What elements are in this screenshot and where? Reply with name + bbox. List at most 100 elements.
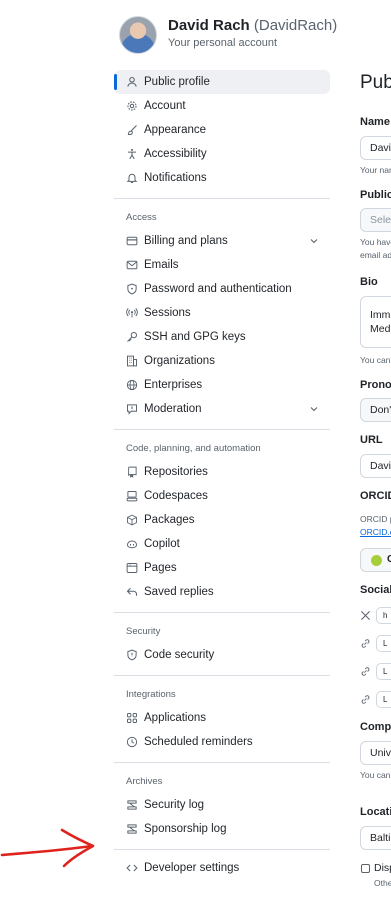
location-field[interactable]: Balti (360, 826, 391, 850)
sidebar-item-label: Enterprises (144, 379, 203, 391)
sidebar-item-moderation[interactable]: Moderation (114, 397, 330, 421)
mail-icon (126, 259, 138, 271)
sidebar-item-label: Accessibility (144, 148, 207, 160)
page-title: Publ (360, 72, 391, 93)
settings-sidebar: Public profile Account Appearance Accessibi… (114, 70, 330, 880)
sidebar-item-label: Applications (144, 712, 207, 724)
social-link-value: L (383, 667, 388, 676)
sidebar-item-pages[interactable]: Pages (114, 556, 330, 580)
sidebar-item-applications[interactable]: Applications (114, 706, 330, 730)
sidebar-item-label: Public profile (144, 76, 210, 88)
sidebar-item-password-and-authentication[interactable]: Password and authentication (114, 277, 330, 301)
key-icon (126, 331, 138, 343)
chevron-down-icon[interactable] (308, 403, 320, 415)
sidebar-item-label: Account (144, 100, 186, 112)
divider (114, 198, 330, 199)
url-field[interactable]: Davi (360, 454, 391, 478)
sidebar-item-ssh-and-gpg-keys[interactable]: SSH and GPG keys (114, 325, 330, 349)
social-link-field[interactable]: h (376, 607, 391, 624)
bio-textarea[interactable]: Imm Med (360, 296, 391, 348)
accessibility-icon (126, 148, 138, 160)
sidebar-item-appearance[interactable]: Appearance (114, 118, 330, 142)
chevron-down-icon[interactable] (308, 235, 320, 247)
sidebar-item-notifications[interactable]: Notifications (114, 166, 330, 190)
globe-icon (126, 379, 138, 391)
sidebar-item-repositories[interactable]: Repositories (114, 460, 330, 484)
sidebar-item-scheduled-reminders[interactable]: Scheduled reminders (114, 730, 330, 754)
connect-orcid-button[interactable]: C (360, 548, 391, 572)
sidebar-item-enterprises[interactable]: Enterprises (114, 373, 330, 397)
log-icon (126, 823, 138, 835)
sidebar-item-label: Security log (144, 799, 205, 811)
shield-lock-icon (126, 283, 138, 295)
sidebar-item-label: Codespaces (144, 490, 208, 502)
account-subtitle: Your personal account (168, 37, 278, 49)
pronouns-label: Pronou (360, 379, 391, 391)
red-arrow-annotation (0, 828, 95, 868)
sidebar-item-packages[interactable]: Packages (114, 508, 330, 532)
sidebar-item-developer-settings[interactable]: Developer settings (114, 856, 330, 880)
sidebar-item-sponsorship-log[interactable]: Sponsorship log (114, 817, 330, 841)
codespaces-icon (126, 490, 138, 502)
sidebar-item-label: Developer settings (144, 862, 240, 874)
sidebar-item-code-security[interactable]: Code security (114, 643, 330, 667)
name-label: Name (360, 116, 390, 128)
location-label: Locatio (360, 806, 391, 818)
orcid-help: ORCID p (360, 514, 391, 524)
company-field[interactable]: Univ (360, 741, 391, 765)
orcid-icon (371, 555, 382, 566)
link-icon (360, 694, 371, 705)
repo-icon (126, 466, 138, 478)
divider (114, 762, 330, 763)
name-value: Davi (370, 142, 391, 154)
sidebar-item-copilot[interactable]: Copilot (114, 532, 330, 556)
sidebar-item-saved-replies[interactable]: Saved replies (114, 580, 330, 604)
social-link-field[interactable]: L (376, 635, 391, 652)
name-field[interactable]: Davi (360, 136, 391, 160)
bio-label: Bio (360, 276, 378, 288)
sidebar-item-sessions[interactable]: Sessions (114, 301, 330, 325)
divider (114, 675, 330, 676)
sidebar-item-label: Moderation (144, 403, 202, 415)
sidebar-item-account[interactable]: Account (114, 94, 330, 118)
broadcast-icon (126, 307, 138, 319)
divider (114, 429, 330, 430)
reply-icon (126, 586, 138, 598)
location-value: Balti (370, 832, 391, 844)
pronouns-select[interactable]: Don' (360, 398, 391, 422)
bell-icon (126, 172, 138, 184)
social-link-field[interactable]: L (376, 691, 391, 708)
orcid-link[interactable]: ORCID.o (360, 527, 391, 537)
bio-line-1: Imm (370, 309, 391, 321)
paintbrush-icon (126, 124, 138, 136)
group-title-code: Code, planning, and automation (126, 442, 261, 454)
company-label: Compa (360, 721, 391, 733)
bio-help: You can (360, 355, 391, 365)
copilot-icon (126, 538, 138, 550)
avatar[interactable] (119, 16, 157, 54)
public-email-help-2: email ad (360, 250, 391, 260)
sidebar-item-billing-and-plans[interactable]: Billing and plans (114, 229, 330, 253)
public-email-select[interactable]: Selec (360, 208, 391, 232)
group-title-access: Access (126, 211, 157, 223)
orcid-label: ORCID (360, 490, 391, 502)
sidebar-item-organizations[interactable]: Organizations (114, 349, 330, 373)
sidebar-item-accessibility[interactable]: Accessibility (114, 142, 330, 166)
display-local-time-help: Othe (374, 878, 391, 888)
sidebar-item-security-log[interactable]: Security log (114, 793, 330, 817)
url-label: URL (360, 434, 383, 446)
pronouns-value: Don' (370, 404, 391, 416)
public-email-help-1: You have (360, 237, 391, 247)
apps-icon (126, 712, 138, 724)
social-link-field[interactable]: L (376, 663, 391, 680)
social-link-value: L (383, 695, 388, 704)
divider (114, 612, 330, 613)
company-value: Univ (370, 747, 391, 759)
profile-form-panel: Publ Name Davi Your nam Public Selec You… (360, 0, 391, 902)
package-icon (126, 514, 138, 526)
sidebar-item-public-profile[interactable]: Public profile (114, 70, 330, 94)
sidebar-item-codespaces[interactable]: Codespaces (114, 484, 330, 508)
public-email-select-value: Selec (370, 214, 391, 226)
display-local-time-checkbox[interactable] (361, 864, 370, 873)
sidebar-item-emails[interactable]: Emails (114, 253, 330, 277)
